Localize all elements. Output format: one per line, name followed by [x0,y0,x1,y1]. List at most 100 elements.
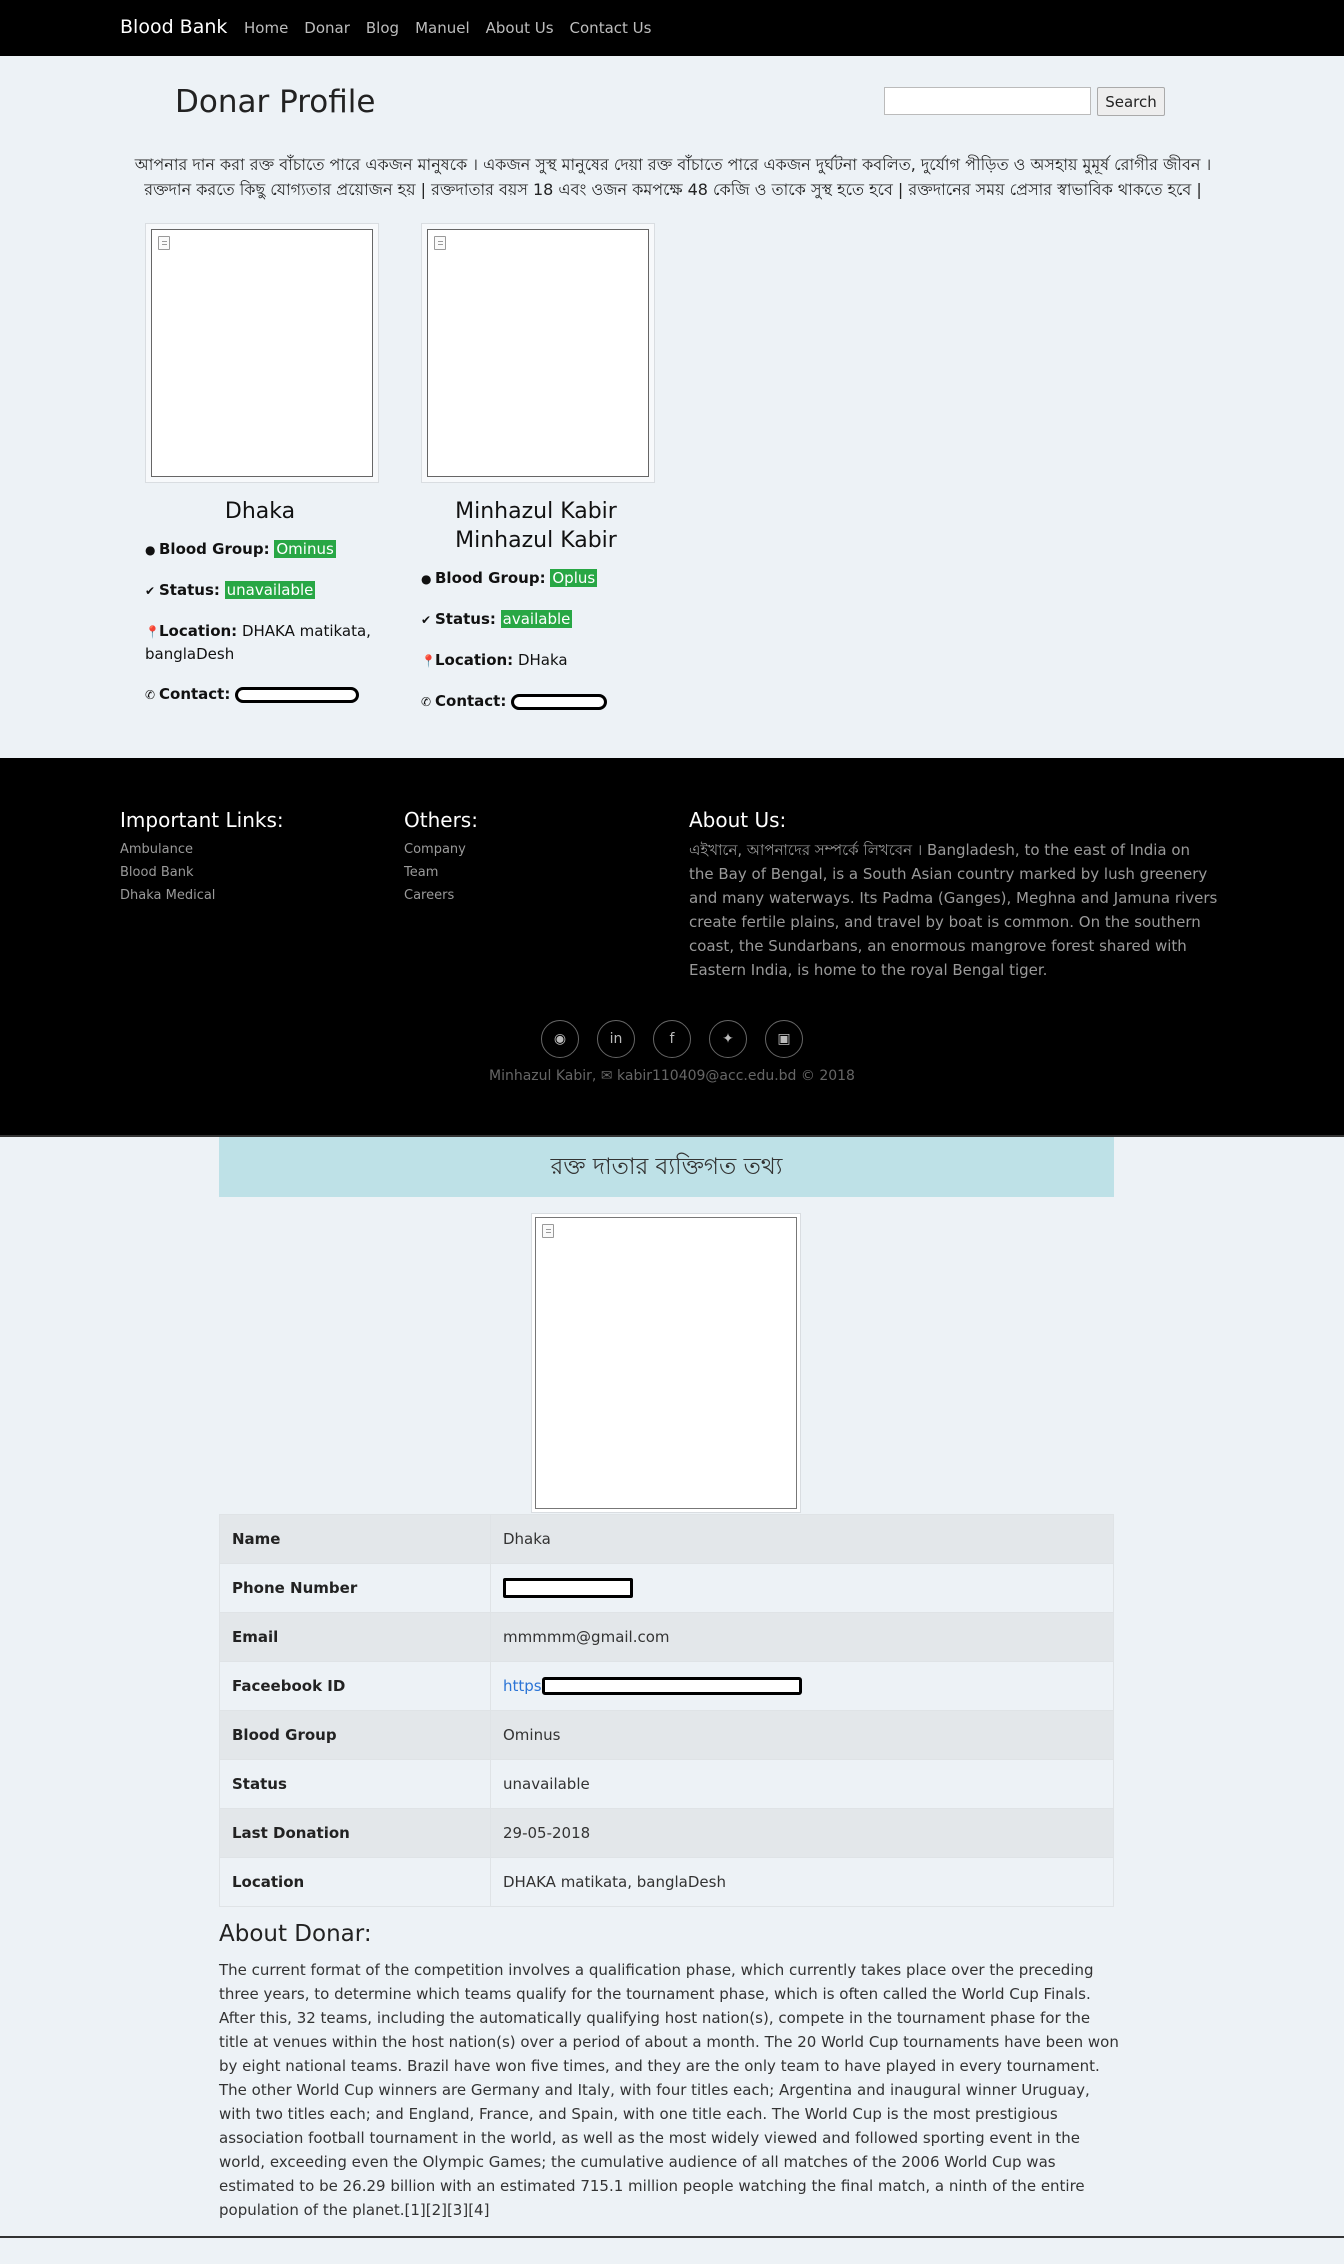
footer-link-ambulance[interactable]: Ambulance [120,838,284,861]
nav-links: Home Donar Blog Manuel About Us Contact … [244,19,667,37]
phone-icon: ✆ [145,688,156,702]
nav-donar[interactable]: Donar [304,19,350,37]
footer-link-team[interactable]: Team [404,861,478,884]
nav-about-us[interactable]: About Us [486,19,554,37]
footer-link-company[interactable]: Company [404,838,478,861]
bottom-divider [0,2236,1344,2238]
brand-link[interactable]: Blood Bank [120,16,227,38]
location-line: 📍Location: DHAKA matikata, banglaDesh [145,620,385,665]
location-value: DHAKA matikata, banglaDesh [490,1857,1114,1907]
facebook-value: https [490,1661,1114,1711]
name-label: Name [219,1514,491,1564]
check-circle-icon: ✔ [145,584,156,598]
table-row: Faceebook ID https [219,1661,1114,1711]
table-row: Status unavailable [219,1759,1114,1809]
others-section: Others: Company Team Careers [404,808,478,907]
table-row: Location DHAKA matikata, banglaDesh [219,1857,1114,1907]
important-links-section: Important Links: Ambulance Blood Bank Dh… [120,808,284,907]
email-value: mmmmm@gmail.com [490,1612,1114,1662]
table-row: Email mmmmm@gmail.com [219,1612,1114,1662]
blood-group-line: ● Blood Group: Oplus [421,567,661,590]
about-donar-title: About Donar: [219,1921,372,1947]
footer: Important Links: Ambulance Blood Bank Dh… [0,758,1344,1135]
blood-group-value: Ominus [490,1710,1114,1760]
top-navbar: Blood Bank Home Donar Blog Manuel About … [0,0,1344,56]
map-marker-icon: 📍 [421,654,436,668]
donor-card: Dhaka ● Blood Group: Ominus ✔ Status: unav… [145,223,385,706]
status-value: unavailable [490,1759,1114,1809]
last-donation-value: 29-05-2018 [490,1808,1114,1858]
intro-text: আপনার দান করা রক্ত বাঁচাতে পারে একজন মান… [134,155,1212,199]
nav-manuel[interactable]: Manuel [415,19,470,37]
copyright-text: Minhazul Kabir, ✉ kabir110409@acc.edu.bd… [489,1068,855,1084]
phone-value [490,1563,1114,1613]
location-label: Location: [435,651,514,669]
important-links-title: Important Links: [120,808,284,832]
blood-group-value: Oplus [550,569,598,587]
blood-drop-icon: ● [145,543,156,557]
last-donation-label: Last Donation [219,1808,491,1858]
broken-image-icon [158,236,170,250]
blood-group-label: Blood Group: [435,569,546,587]
phone-icon: ✆ [421,695,432,709]
location-line: 📍Location: DHaka [421,649,661,672]
about-us-title: About Us: [689,808,787,832]
donor-name[interactable]: Minhazul Kabir Minhazul Kabir [421,497,651,555]
social-icons: ◉ in f ✦ ▣ [541,1020,821,1058]
blood-drop-icon: ● [421,572,432,586]
page-title: Donar Profile [175,84,376,120]
phone-redacted [503,1578,633,1598]
table-row: Last Donation 29-05-2018 [219,1808,1114,1858]
contact-redacted [511,693,608,710]
donor-details-table: Name Dhaka Phone Number Email mmmmm@gmai… [219,1514,1114,1907]
github-icon[interactable]: ◉ [541,1020,579,1058]
about-donar-text: The current format of the competition in… [219,1961,1119,2219]
donor-photo [151,229,373,477]
donor-card: Minhazul Kabir Minhazul Kabir ● Blood Gro… [421,223,661,713]
contact-redacted [235,686,360,703]
status-line: ✔ Status: available [421,608,661,631]
about-us-text: এইখানে, আপনাদের সম্পর্কে লিখবেন । Bangla… [689,841,1218,979]
about-us-section: About Us: এইখানে, আপনাদের সম্পর্কে লিখবে… [689,808,1219,982]
donor-name[interactable]: Dhaka [145,497,375,526]
search-button[interactable]: Search [1097,87,1165,116]
email-label: Email [219,1612,491,1662]
others-title: Others: [404,808,478,832]
linkedin-icon[interactable]: in [597,1020,635,1058]
nav-home[interactable]: Home [244,19,288,37]
search-input[interactable] [884,87,1091,115]
contact-label: Contact: [435,692,507,710]
broken-image-icon [542,1224,554,1238]
table-row: Phone Number [219,1563,1114,1613]
blood-group-label: Blood Group [219,1710,491,1760]
contact-label: Contact: [159,685,231,703]
name-value: Dhaka [490,1514,1114,1564]
status-label: Status [219,1759,491,1809]
broken-image-icon [434,236,446,250]
status-line: ✔ Status: unavailable [145,579,385,602]
contact-line: ✆ Contact: [421,690,661,713]
facebook-label: Faceebook ID [219,1661,491,1711]
facebook-link[interactable]: https [503,1677,542,1695]
facebook-redacted [541,1677,802,1696]
contact-line: ✆ Contact: [145,683,385,706]
donor-photo [427,229,649,477]
status-label: Status: [435,610,496,628]
footer-link-blood-bank[interactable]: Blood Bank [120,861,284,884]
nav-blog[interactable]: Blog [366,19,399,37]
instagram-icon[interactable]: ▣ [765,1020,803,1058]
table-row: Blood Group Ominus [219,1710,1114,1760]
map-marker-icon: 📍 [145,625,160,639]
footer-link-dhaka-medical[interactable]: Dhaka Medical [120,884,284,907]
details-header: রক্ত দাতার ব্যক্তিগত তথ্য [219,1137,1114,1197]
facebook-icon[interactable]: f [653,1020,691,1058]
status-value: available [500,610,573,628]
twitter-icon[interactable]: ✦ [709,1020,747,1058]
status-label: Status: [159,581,220,599]
nav-contact-us[interactable]: Contact Us [570,19,652,37]
blood-group-value: Ominus [274,540,336,558]
location-label: Location: [159,622,238,640]
footer-link-careers[interactable]: Careers [404,884,478,907]
table-row: Name Dhaka [219,1514,1114,1564]
blood-group-label: Blood Group: [159,540,270,558]
